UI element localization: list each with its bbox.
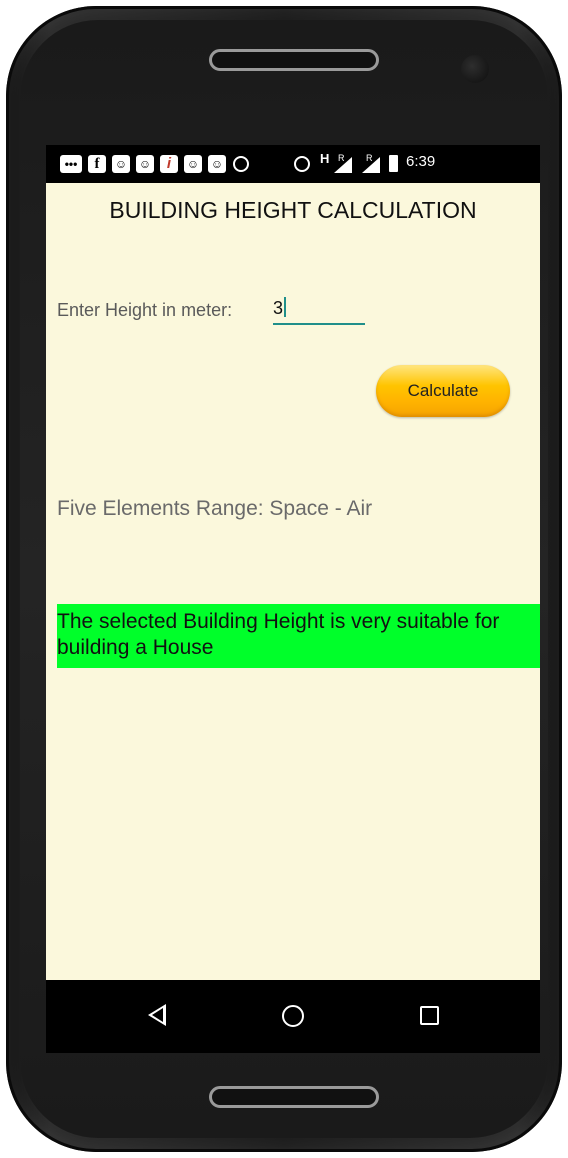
app-icon: ☺ bbox=[112, 155, 130, 173]
home-circle-icon[interactable] bbox=[282, 1005, 304, 1027]
result-message: The selected Building Height is very sui… bbox=[57, 604, 540, 668]
calculate-button[interactable]: Calculate bbox=[376, 365, 510, 417]
height-label: Enter Height in meter: bbox=[57, 300, 233, 320]
page-title: BUILDING HEIGHT CALCULATION bbox=[109, 197, 477, 223]
navigation-bar bbox=[46, 980, 540, 1053]
front-camera-icon bbox=[461, 55, 489, 83]
app-icon: ☺ bbox=[184, 155, 202, 173]
screen: ••• f ☺ ☺ i ☺ ☺ H R R 6:39 BUILDING HEIG… bbox=[46, 145, 540, 1053]
height-input[interactable]: 3 bbox=[273, 297, 365, 325]
recent-apps-square-icon[interactable] bbox=[420, 1006, 439, 1025]
text-cursor bbox=[284, 297, 287, 317]
status-time: 6:39 bbox=[406, 153, 436, 170]
height-input-value: 3 bbox=[273, 298, 284, 318]
five-elements-range-text: Five Elements Range: Space - Air bbox=[57, 497, 373, 520]
network-type-label: H bbox=[320, 151, 330, 166]
earpiece-speaker bbox=[209, 49, 379, 71]
bottom-speaker bbox=[209, 1086, 379, 1108]
messenger-icon bbox=[233, 156, 249, 172]
red-app-icon: i bbox=[160, 155, 178, 173]
signal-icon-2 bbox=[362, 157, 380, 173]
back-triangle-icon[interactable] bbox=[148, 1004, 166, 1026]
app-icon: ☺ bbox=[136, 155, 154, 173]
alarm-icon bbox=[294, 156, 310, 172]
signal-icon bbox=[334, 157, 352, 173]
facebook-icon: f bbox=[88, 155, 106, 173]
message-icon: ••• bbox=[60, 155, 82, 173]
app-icon: ☺ bbox=[208, 155, 226, 173]
status-bar: ••• f ☺ ☺ i ☺ ☺ H R R 6:39 bbox=[46, 145, 540, 183]
battery-icon bbox=[389, 155, 398, 172]
